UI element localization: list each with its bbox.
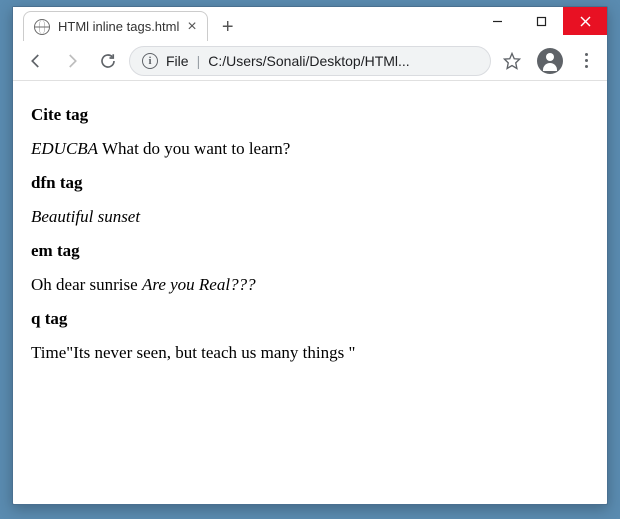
browser-window: HTMl inline tags.html × + i Fil — [12, 6, 608, 505]
q-lead: Time — [31, 343, 66, 362]
q-text: Its never seen, but teach us many things — [73, 343, 348, 362]
q-paragraph: Time"Its never seen, but teach us many t… — [31, 343, 589, 363]
em-plain: Oh dear sunrise — [31, 275, 142, 294]
info-icon: i — [142, 53, 158, 69]
close-window-button[interactable] — [563, 7, 607, 35]
cite-rest: What do you want to learn? — [98, 139, 290, 158]
window-controls — [475, 7, 607, 35]
dfn-paragraph: Beautiful sunset — [31, 207, 589, 227]
em-text: Are you Real??? — [142, 275, 256, 294]
browser-tab[interactable]: HTMl inline tags.html × — [23, 11, 208, 41]
kebab-menu-icon[interactable] — [573, 53, 599, 68]
q-heading: q tag — [31, 309, 589, 329]
tab-title: HTMl inline tags.html — [58, 19, 179, 34]
bookmark-star-icon[interactable] — [497, 46, 527, 76]
back-button[interactable] — [21, 46, 51, 76]
address-scheme: File — [166, 53, 189, 69]
dfn-heading: dfn tag — [31, 173, 589, 193]
cite-heading: Cite tag — [31, 105, 589, 125]
address-bar[interactable]: i File | C:/Users/Sonali/Desktop/HTMl... — [129, 46, 491, 76]
dfn-text: Beautiful sunset — [31, 207, 140, 226]
toolbar: i File | C:/Users/Sonali/Desktop/HTMl... — [13, 41, 607, 81]
forward-button[interactable] — [57, 46, 87, 76]
page-content: Cite tag EDUCBA What do you want to lear… — [13, 81, 607, 504]
maximize-button[interactable] — [519, 7, 563, 35]
minimize-button[interactable] — [475, 7, 519, 35]
new-tab-button[interactable]: + — [214, 13, 242, 41]
em-heading: em tag — [31, 241, 589, 261]
titlebar: HTMl inline tags.html × + — [13, 7, 607, 41]
cite-text: EDUCBA — [31, 139, 98, 158]
reload-button[interactable] — [93, 46, 123, 76]
address-path: C:/Users/Sonali/Desktop/HTMl... — [208, 53, 410, 69]
address-separator: | — [197, 53, 201, 69]
em-paragraph: Oh dear sunrise Are you Real??? — [31, 275, 589, 295]
profile-avatar-icon[interactable] — [537, 48, 563, 74]
globe-icon — [34, 19, 50, 35]
close-tab-icon[interactable]: × — [187, 19, 196, 35]
cite-paragraph: EDUCBA What do you want to learn? — [31, 139, 589, 159]
